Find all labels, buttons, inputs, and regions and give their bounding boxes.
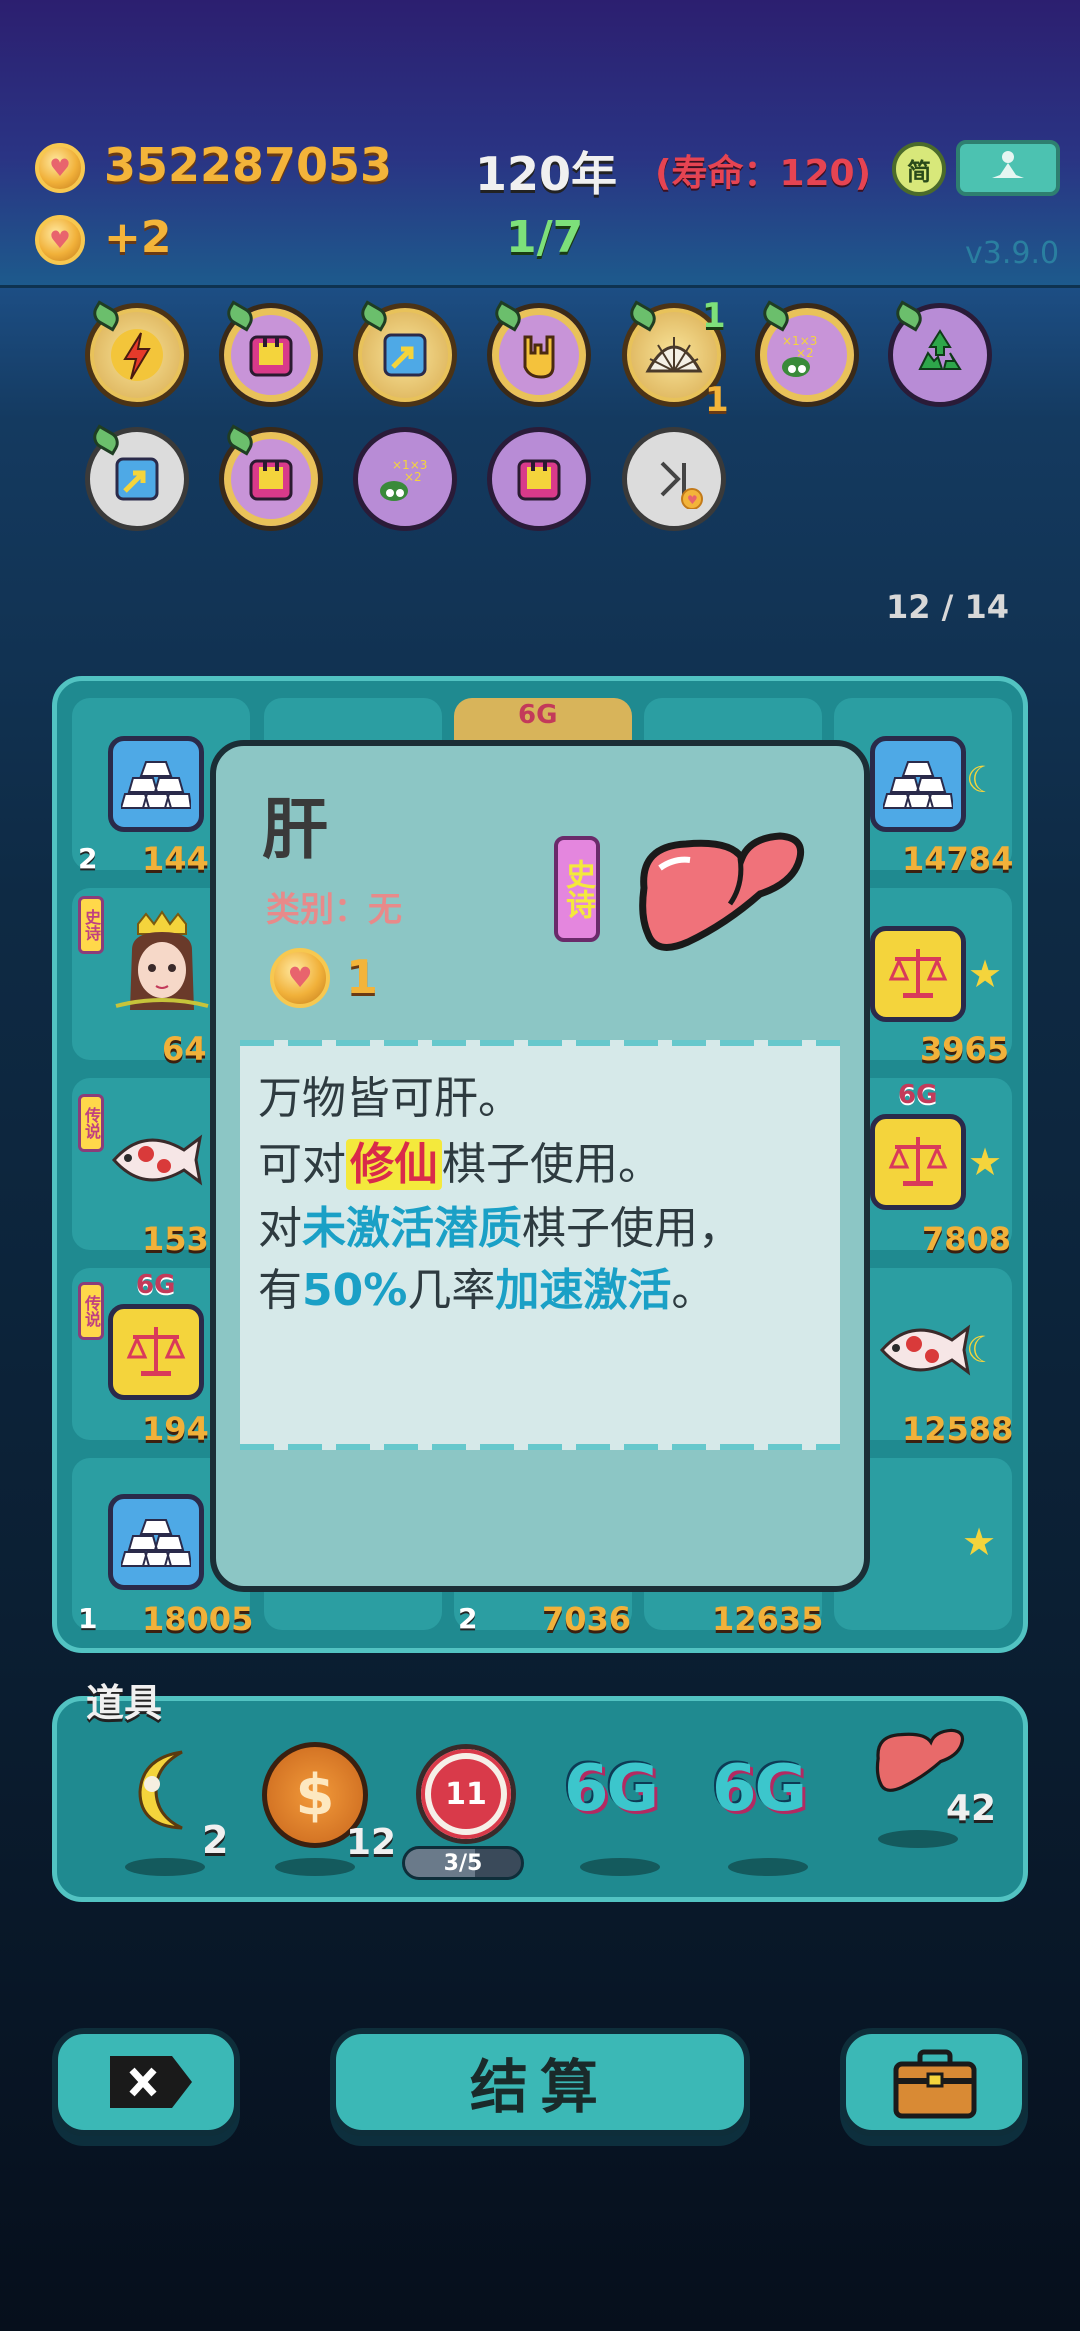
moon-prop-icon[interactable] xyxy=(122,1744,208,1838)
cell-value: 3965 xyxy=(920,1030,1010,1068)
inventory-button[interactable] xyxy=(840,2028,1028,2136)
briefcase-icon xyxy=(893,2049,977,2119)
moon-icon: ☾ xyxy=(966,1330,999,1371)
star-icon: ★ xyxy=(962,1520,997,1564)
settle-label: 结算 xyxy=(469,2053,610,2121)
skip-skill-icon[interactable]: ♥ xyxy=(622,427,726,531)
6g-prop-icon[interactable]: 6G xyxy=(564,1752,659,1826)
cell-6g-badge: 6G xyxy=(518,700,558,730)
item-cost: 1 xyxy=(346,950,379,1004)
fish-piece-icon xyxy=(104,1120,204,1204)
close-button[interactable] xyxy=(52,2028,240,2136)
cell-value: 14784 xyxy=(902,840,1014,878)
cell-6g-badge: 6G xyxy=(898,1080,938,1110)
math-skill-icon[interactable]: ×1×3 ×2 xyxy=(353,427,457,531)
cell-small-count: 2 xyxy=(458,1602,478,1635)
year-counter: 120年 xyxy=(475,147,618,201)
desc-line-4: 有50%几率加速激活。 xyxy=(258,1265,716,1316)
language-toggle-button[interactable]: 简 xyxy=(892,142,946,196)
desc-line-1: 万物皆可肝。 xyxy=(258,1073,522,1124)
shadow xyxy=(728,1858,808,1876)
6g-prop-icon[interactable]: 6G xyxy=(712,1752,807,1826)
rarity-tag-legend: 传说 xyxy=(78,1094,104,1152)
lifespan-text: (寿命：120) xyxy=(655,153,872,194)
cell-small-count: 2 xyxy=(78,842,98,875)
close-icon xyxy=(110,2056,192,2108)
liver-icon xyxy=(630,828,806,962)
desc-line-2: 可对修仙棋子使用。 xyxy=(258,1139,662,1190)
star-icon: ★ xyxy=(968,1140,1003,1184)
cell-small-count: 1 xyxy=(78,1602,98,1635)
fish-piece-icon xyxy=(872,1310,972,1394)
board-page-indicator: 12 / 14 xyxy=(886,588,1010,626)
scales-piece-icon xyxy=(108,1304,204,1400)
stage-progress: 1/7 xyxy=(506,212,584,263)
scales-piece-icon xyxy=(870,1114,966,1210)
shell-top-count: 1 xyxy=(702,296,726,336)
cell-6g-badge: 6G xyxy=(136,1270,176,1300)
scales-piece-icon xyxy=(870,926,966,1022)
desc-line-3: 对未激活潜质棋子使用， xyxy=(258,1203,742,1254)
button-tab xyxy=(882,2028,916,2034)
cell-value: 12588 xyxy=(902,1410,1014,1448)
coin-total: 352287053 xyxy=(104,138,393,192)
cell-value: 153 xyxy=(142,1220,209,1258)
item-rarity-tag: 史诗 xyxy=(554,836,600,942)
shadow xyxy=(125,1858,205,1876)
princess-piece-icon xyxy=(112,910,212,1034)
meditate-button[interactable] xyxy=(956,140,1060,196)
cell-value: 194 xyxy=(142,1410,209,1448)
shadow xyxy=(878,1830,958,1848)
cell-value: 64 xyxy=(162,1030,207,1068)
cell-value: 12635 xyxy=(712,1600,824,1638)
coin-icon: ♥ xyxy=(35,143,85,193)
cell-value: 7036 xyxy=(542,1600,632,1638)
gold-bars-piece-icon xyxy=(108,1494,204,1590)
target-prop-icon[interactable]: 11 xyxy=(416,1744,516,1844)
settle-button[interactable]: 结算 xyxy=(330,2028,750,2136)
moon-prop-count: 2 xyxy=(202,1818,229,1862)
item-title: 肝 xyxy=(262,791,328,868)
cell-value: 144 xyxy=(142,840,209,878)
moon-icon: ☾ xyxy=(966,760,999,801)
svg-text:♥: ♥ xyxy=(687,493,698,507)
liver-prop-count: 42 xyxy=(946,1788,997,1829)
props-title: 道具 xyxy=(86,1681,163,1725)
shell-bottom-count: 1 xyxy=(705,380,729,420)
coin-delta: +2 xyxy=(104,212,172,263)
gold-bars-piece-icon xyxy=(870,736,966,832)
cell-value: 18005 xyxy=(142,1600,254,1638)
rarity-tag-legend: 传说 xyxy=(78,1282,104,1340)
target-prop-value: 11 xyxy=(425,1753,507,1835)
shadow xyxy=(275,1858,355,1876)
button-tab xyxy=(380,2028,414,2034)
cell-value: 7808 xyxy=(922,1220,1012,1258)
item-category: 类别：无 xyxy=(266,890,402,930)
coin-icon: ♥ xyxy=(35,215,85,265)
svg-text:×2: ×2 xyxy=(404,470,422,484)
cost-coin-icon: ♥ xyxy=(270,948,330,1008)
bag-skill-icon[interactable] xyxy=(487,427,591,531)
rarity-tag-epic: 史诗 xyxy=(78,896,104,954)
shadow xyxy=(580,1858,660,1876)
version-label: v3.9.0 xyxy=(965,236,1060,271)
target-progress-text: 3/5 xyxy=(443,1850,483,1876)
gold-bars-piece-icon xyxy=(108,736,204,832)
meditation-icon xyxy=(992,151,1024,178)
dollar-prop-count: 12 xyxy=(346,1822,397,1863)
button-tab xyxy=(94,2028,128,2034)
star-icon: ★ xyxy=(968,952,1003,996)
